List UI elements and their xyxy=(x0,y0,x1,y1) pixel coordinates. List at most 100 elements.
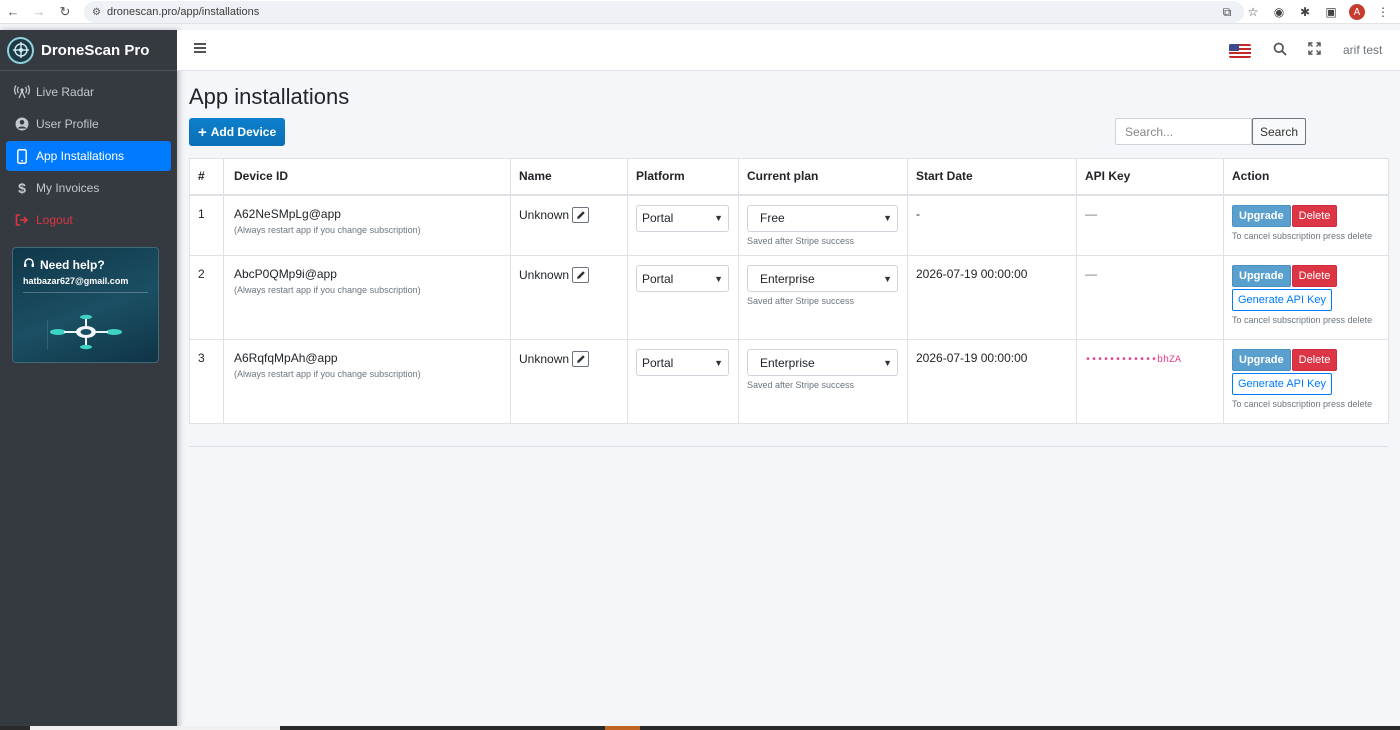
table-row: 2 AbcP0QMp9i@app (Always restart app if … xyxy=(189,255,1389,340)
col-header-platform: Platform xyxy=(627,158,739,196)
edit-name-button[interactable] xyxy=(572,206,590,223)
back-icon[interactable]: ← xyxy=(0,0,26,24)
sidebar-item-app-installations[interactable]: App Installations xyxy=(6,141,171,171)
col-header-action: Action xyxy=(1223,158,1389,196)
api-key-empty: — xyxy=(1085,267,1097,281)
sidebar-item-label: App Installations xyxy=(36,149,125,163)
upgrade-button[interactable]: Upgrade xyxy=(1232,349,1291,371)
help-email: hatbazar627@gmail.com xyxy=(23,276,129,286)
user-menu[interactable]: arif test xyxy=(1343,43,1382,57)
chevron-down-icon: ▼ xyxy=(883,213,892,223)
forward-icon[interactable]: → xyxy=(26,0,52,24)
fullscreen-icon[interactable] xyxy=(1308,42,1324,58)
plan-select[interactable]: Free ▼ xyxy=(747,204,898,232)
extension-icon[interactable]: ◉ xyxy=(1268,1,1290,23)
start-date: 2026-07-19 00:00:00 xyxy=(907,339,1077,424)
start-date: - xyxy=(907,194,1077,256)
device-name: Unknown xyxy=(519,207,570,222)
content-toolbar: + Add Device Search xyxy=(189,118,1389,148)
pencil-icon xyxy=(576,355,585,363)
api-key-empty: — xyxy=(1085,206,1097,221)
bug-icon[interactable]: ✱ xyxy=(1294,1,1316,23)
sidebar-item-user-profile[interactable]: User Profile xyxy=(6,109,171,139)
upgrade-button[interactable]: Upgrade xyxy=(1232,265,1291,287)
platform-cell: Portal ▼ xyxy=(627,194,739,256)
plan-note: Saved after Stripe success xyxy=(747,235,855,246)
help-title: Need help? xyxy=(40,257,105,272)
puzzle-icon[interactable]: ▣ xyxy=(1320,1,1342,23)
edit-name-button[interactable] xyxy=(572,267,590,283)
delete-button[interactable]: Delete xyxy=(1291,204,1338,227)
plan-cell: Enterprise ▼ Saved after Stripe success xyxy=(738,339,908,424)
sidebar-item-my-invoices[interactable]: $ My Invoices xyxy=(6,173,171,203)
plan-note: Saved after Stripe success xyxy=(747,380,855,390)
search-icon[interactable] xyxy=(1273,42,1289,58)
edit-name-button[interactable] xyxy=(572,351,590,367)
device-note: (Always restart app if you change subscr… xyxy=(234,369,421,379)
sidebar-menu: Live Radar User Profile App Installation… xyxy=(0,71,177,235)
plus-icon: + xyxy=(198,123,207,141)
sidebar-item-logout[interactable]: Logout xyxy=(6,205,171,235)
dollar-icon: $ xyxy=(18,180,26,196)
plan-selected: Free xyxy=(760,211,785,225)
platform-select[interactable]: Portal ▼ xyxy=(636,204,729,232)
sidebar-item-label: Logout xyxy=(36,213,73,227)
platform-cell: Portal ▼ xyxy=(627,255,739,340)
install-app-icon[interactable]: ⧉ xyxy=(1216,1,1238,23)
col-header-number: # xyxy=(189,158,224,196)
bookmark-star-icon[interactable]: ☆ xyxy=(1242,1,1264,23)
reload-icon[interactable]: ↻ xyxy=(52,0,78,24)
sidebar-item-live-radar[interactable]: Live Radar xyxy=(6,77,171,107)
upgrade-button[interactable]: Upgrade xyxy=(1232,204,1291,227)
name-cell: Unknown xyxy=(510,255,628,340)
device-name: Unknown xyxy=(519,268,570,282)
device-name: Unknown xyxy=(519,352,570,366)
generate-api-key-button[interactable]: Generate API Key xyxy=(1232,373,1333,395)
page-title: App installations xyxy=(189,84,350,109)
brand-link[interactable]: DroneScan Pro xyxy=(0,30,177,71)
chevron-down-icon: ▼ xyxy=(883,273,892,284)
search-input[interactable] xyxy=(1115,118,1252,145)
device-id: AbcP0QMp9i@app xyxy=(234,267,337,281)
device-note: (Always restart app if you change subscr… xyxy=(234,285,421,295)
help-title-row: Need help? xyxy=(23,257,148,272)
logout-icon xyxy=(13,214,31,226)
table-row: 1 A62NeSMpLg@app (Always restart app if … xyxy=(189,194,1389,256)
api-key-cell: — xyxy=(1076,194,1224,256)
mobile-icon xyxy=(13,148,31,164)
hamburger-menu-icon[interactable] xyxy=(194,43,206,53)
browser-toolbar: ← → ↻ ⚙ dronescan.pro/app/installations … xyxy=(0,0,1400,24)
delete-button[interactable]: Delete xyxy=(1291,265,1338,287)
os-taskbar xyxy=(0,726,1400,730)
device-id-cell: A62NeSMpLg@app (Always restart app if yo… xyxy=(223,194,511,256)
url-text: dronescan.pro/app/installations xyxy=(106,6,260,18)
plan-select[interactable]: Enterprise ▼ xyxy=(747,349,898,376)
action-cell: Upgrade Delete To cancel subscription pr… xyxy=(1223,194,1389,256)
platform-select[interactable]: Portal ▼ xyxy=(636,349,729,376)
kebab-menu-icon[interactable]: ⋮ xyxy=(1372,1,1394,23)
search-button[interactable]: Search xyxy=(1252,118,1306,145)
plan-selected: Enterprise xyxy=(760,271,815,286)
col-header-current-plan: Current plan xyxy=(738,158,908,196)
table-row: 3 A6RqfqMpAh@app (Always restart app if … xyxy=(189,339,1389,424)
site-info-icon[interactable]: ⚙ xyxy=(92,7,101,18)
profile-avatar[interactable]: A xyxy=(1346,1,1368,23)
sidebar: DroneScan Pro Live Radar User Profile Ap… xyxy=(0,30,177,730)
top-navbar: arif test xyxy=(177,30,1400,71)
col-header-start-date: Start Date xyxy=(907,158,1077,196)
chevron-down-icon: ▼ xyxy=(714,357,723,368)
platform-selected: Portal xyxy=(642,355,674,370)
generate-api-key-button[interactable]: Generate API Key xyxy=(1232,289,1333,311)
plan-cell: Enterprise ▼ Saved after Stripe success xyxy=(738,255,908,340)
address-bar[interactable]: ⚙ dronescan.pro/app/installations xyxy=(84,1,1244,23)
add-device-button[interactable]: + Add Device xyxy=(189,118,286,146)
help-card[interactable]: Need help? hatbazar627@gmail.com xyxy=(12,247,159,363)
plan-select[interactable]: Enterprise ▼ xyxy=(747,265,898,292)
action-cell: Upgrade Delete Generate API Key To cance… xyxy=(1223,255,1389,340)
delete-button[interactable]: Delete xyxy=(1291,349,1338,371)
api-key-cell: — xyxy=(1076,255,1224,340)
platform-select[interactable]: Portal ▼ xyxy=(636,265,729,292)
us-flag-icon[interactable] xyxy=(1229,44,1251,58)
platform-selected: Portal xyxy=(642,211,674,225)
platform-cell: Portal ▼ xyxy=(627,339,739,424)
